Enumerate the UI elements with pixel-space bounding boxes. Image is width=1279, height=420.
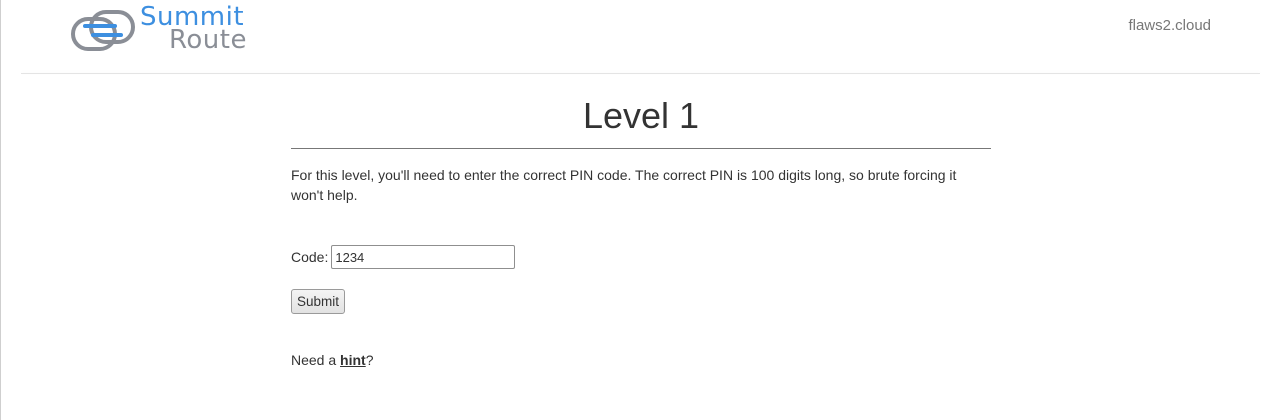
- main-content: Level 1 For this level, you'll need to e…: [291, 74, 991, 368]
- navbar: Summit Route flaws2.cloud: [1, 0, 1279, 74]
- level-description: For this level, you'll need to enter the…: [291, 167, 957, 203]
- code-input[interactable]: [331, 245, 516, 269]
- flaws2-cloud-link[interactable]: flaws2.cloud: [1128, 17, 1211, 34]
- hint-suffix: ?: [365, 352, 374, 368]
- logo-text: Summit Route: [140, 4, 247, 55]
- hint-line: Need a hint?: [291, 352, 991, 368]
- summit-route-logo[interactable]: Summit Route: [71, 4, 281, 56]
- summit-route-logo-icon: [71, 10, 135, 51]
- page: Summit Route flaws2.cloud Level 1 For th…: [0, 0, 1279, 420]
- hint-link[interactable]: hint: [340, 352, 366, 368]
- code-form-row: Code:: [291, 245, 991, 269]
- title-divider: [291, 148, 991, 149]
- page-title: Level 1: [582, 95, 700, 136]
- hint-prefix: Need a: [291, 352, 341, 368]
- submit-button[interactable]: Submit: [291, 289, 346, 314]
- code-label: Code:: [291, 249, 329, 265]
- logo-word-route: Route: [169, 25, 247, 55]
